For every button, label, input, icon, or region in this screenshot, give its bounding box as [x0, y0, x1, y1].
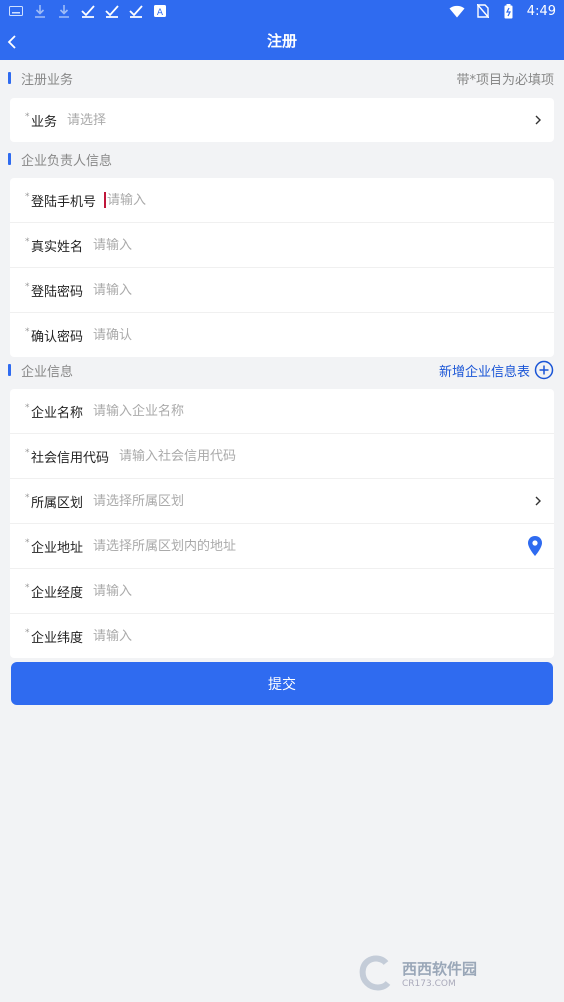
password-input[interactable]: [93, 282, 394, 298]
app-a-icon: A: [152, 3, 168, 19]
watermark-logo: 西西软件园 CR173.COM: [356, 952, 546, 994]
field-label: 业务: [31, 114, 58, 130]
text-cursor: [104, 192, 107, 208]
section-company-header: 企业信息 新增企业信息表: [0, 351, 564, 389]
submit-button[interactable]: 提交: [11, 662, 553, 705]
confirm-password-input[interactable]: [93, 327, 394, 343]
address-input[interactable]: [93, 538, 394, 554]
add-company-info-button[interactable]: 新增企业信息表: [439, 360, 554, 380]
page-title: 注册: [266, 32, 297, 50]
required-mark: *: [25, 237, 30, 247]
wifi-icon: [449, 3, 465, 19]
field-label: 企业经度: [31, 585, 84, 601]
field-label: 确认密码: [31, 329, 84, 345]
battery-icon: [501, 3, 517, 19]
company-card: * 企业名称 * 社会信用代码 * 所属区划 * 企业地址 * 企业经度 * 企…: [10, 389, 554, 658]
longitude-input[interactable]: [93, 583, 394, 599]
section-accent-bar: [8, 153, 11, 165]
form-row-latitude[interactable]: * 企业纬度: [10, 614, 554, 658]
section-accent-bar: [8, 72, 11, 84]
download-icon: [32, 3, 48, 19]
status-bar: A 4:49: [0, 0, 564, 24]
svg-text:A: A: [157, 8, 164, 17]
business-card: * 业务: [10, 98, 554, 142]
field-label: 企业名称: [31, 405, 84, 421]
form-row-company-name[interactable]: * 企业名称: [10, 389, 554, 434]
section-leader-header: 企业负责人信息: [0, 140, 564, 178]
required-mark: *: [25, 403, 30, 413]
section-title: 企业负责人信息: [21, 153, 113, 169]
required-mark: *: [25, 583, 30, 593]
required-mark: *: [25, 327, 30, 337]
credit-code-input[interactable]: [119, 448, 420, 464]
section-business-header: 注册业务 带*项目为必填项: [0, 59, 564, 97]
field-label: 企业纬度: [31, 630, 84, 646]
section-accent-bar: [8, 364, 11, 376]
form-row-region[interactable]: * 所属区划: [10, 479, 554, 524]
keyboard-icon: [8, 3, 24, 19]
form-row-phone[interactable]: * 登陆手机号: [10, 178, 554, 223]
field-label: 真实姓名: [31, 239, 84, 255]
required-mark: *: [25, 112, 30, 122]
field-label: 所属区划: [31, 495, 84, 511]
watermark-subtext: CR173.COM: [402, 978, 456, 989]
required-mark: *: [25, 538, 30, 548]
form-row-business[interactable]: * 业务: [10, 98, 554, 142]
region-select[interactable]: [93, 493, 394, 509]
plus-circle-icon: [534, 360, 554, 380]
section-title: 企业信息: [21, 364, 74, 380]
no-sim-icon: [475, 3, 491, 19]
phone-input[interactable]: [107, 192, 408, 208]
location-pin-icon[interactable]: [526, 535, 544, 557]
status-system: 4:49: [449, 3, 556, 19]
field-label: 企业地址: [31, 540, 84, 556]
field-label: 社会信用代码: [31, 450, 110, 466]
status-notifications: A: [8, 3, 168, 19]
section-title: 注册业务: [21, 72, 74, 88]
chevron-right-icon: [535, 496, 541, 506]
required-note: 带*项目为必填项: [456, 72, 554, 88]
business-select[interactable]: [67, 112, 368, 128]
form-row-password[interactable]: * 登陆密码: [10, 268, 554, 313]
app-header: A 4:49 注册: [0, 0, 564, 60]
watermark-icon: [359, 955, 391, 991]
required-mark: *: [25, 628, 30, 638]
form-row-address[interactable]: * 企业地址: [10, 524, 554, 569]
real-name-input[interactable]: [93, 237, 394, 253]
field-label: 登陆手机号: [31, 194, 97, 210]
company-name-input[interactable]: [93, 403, 394, 419]
required-mark: *: [25, 493, 30, 503]
form-row-name[interactable]: * 真实姓名: [10, 223, 554, 268]
required-mark: *: [25, 192, 30, 202]
chevron-right-icon: [535, 115, 541, 125]
required-mark: *: [25, 282, 30, 292]
status-time: 4:49: [526, 3, 556, 19]
latitude-input[interactable]: [93, 628, 394, 644]
download-icon: [56, 3, 72, 19]
watermark-text: 西西软件园: [402, 959, 478, 978]
form-row-credit-code[interactable]: * 社会信用代码: [10, 434, 554, 479]
add-company-info-label: 新增企业信息表: [438, 364, 530, 380]
check-icon: [128, 3, 144, 19]
field-label: 登陆密码: [31, 284, 84, 300]
leader-card: * 登陆手机号 * 真实姓名 * 登陆密码 * 确认密码: [10, 178, 554, 357]
required-mark: *: [25, 448, 30, 458]
form-row-longitude[interactable]: * 企业经度: [10, 569, 554, 614]
check-icon: [104, 3, 120, 19]
check-icon: [80, 3, 96, 19]
